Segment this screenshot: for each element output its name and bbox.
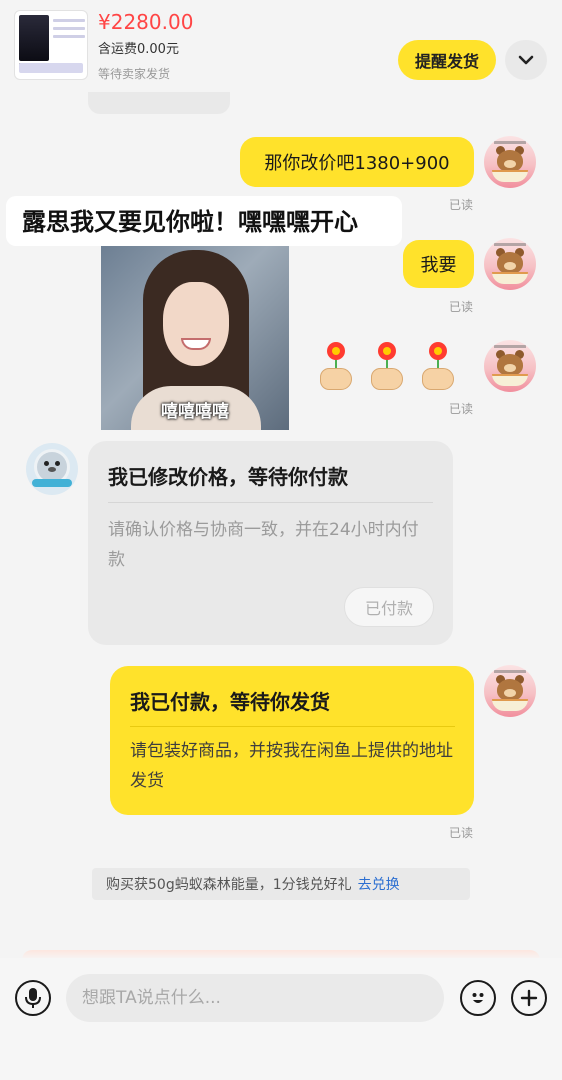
shipping-info: 含运费0.00元 [98, 42, 179, 57]
read-receipt: 已读 [449, 826, 474, 840]
paid-card: 我已付款，等待你发货 请包装好商品，并按我在闲鱼上提供的地址发货 [110, 666, 474, 815]
microphone-icon [25, 988, 41, 1008]
message-text: 那你改价吧1380+900 [264, 153, 450, 174]
flower-emoji-icon [420, 342, 456, 390]
seller-avatar[interactable] [26, 443, 78, 495]
smiley-icon [472, 993, 484, 1003]
my-avatar[interactable] [484, 238, 536, 290]
card-divider [130, 726, 455, 727]
card-title: 我已修改价格，等待你付款 [108, 465, 348, 489]
message-text: 我要 [420, 255, 457, 276]
my-avatar[interactable] [484, 136, 536, 188]
expand-button[interactable] [505, 40, 547, 80]
redeem-link[interactable]: 去兑换 [358, 874, 400, 894]
card-body: 请确认价格与协商一致，并在24小时内付款 [108, 520, 419, 570]
product-thumbnail[interactable] [14, 10, 88, 80]
promo-text: 购买获50g蚂蚁森林能量，1分钱兑好礼 [106, 877, 352, 893]
price-changed-card: 我已修改价格，等待你付款 请确认价格与协商一致，并在24小时内付款 已付款 [88, 441, 453, 645]
message-input[interactable] [66, 974, 444, 1022]
plus-icon [520, 989, 538, 1007]
flower-emoji-icon [369, 342, 405, 390]
card-divider [108, 502, 433, 503]
sticker-caption: 嘻嘻嘻嘻 [161, 402, 229, 422]
paid-button[interactable]: 已付款 [344, 587, 434, 627]
message-bubble[interactable]: 我要 [403, 240, 474, 288]
promo-banner: 购买获50g蚂蚁森林能量，1分钱兑好礼 去兑换 [92, 868, 470, 900]
message-bubble[interactable]: 那你改价吧1380+900 [240, 137, 474, 187]
sticker-message[interactable]: 露思我又要见你啦！嘿嘿嘿开心 嘻嘻嘻嘻 [6, 196, 402, 430]
read-receipt: 已读 [449, 402, 474, 416]
sticker-text: 露思我又要见你啦！嘿嘿嘿开心 [6, 196, 402, 246]
read-receipt: 已读 [449, 300, 474, 314]
previous-message-fragment [88, 92, 230, 114]
more-button[interactable] [511, 980, 547, 1016]
order-header: ¥2280.00 含运费0.00元 等待卖家发货 提醒发货 [0, 0, 562, 92]
order-status: 等待卖家发货 [98, 67, 171, 81]
remind-ship-button[interactable]: 提醒发货 [398, 40, 496, 80]
card-body: 请包装好商品，并按我在闲鱼上提供的地址发货 [130, 741, 453, 791]
voice-button[interactable] [15, 980, 51, 1016]
emoji-button[interactable] [460, 980, 496, 1016]
product-image [19, 15, 49, 61]
my-avatar[interactable] [484, 340, 536, 392]
flower-emoji-icon [318, 342, 354, 390]
input-bar [0, 958, 562, 1080]
card-title: 我已付款，等待你发货 [130, 690, 330, 714]
my-avatar[interactable] [484, 665, 536, 717]
sticker-image: 嘻嘻嘻嘻 [101, 246, 289, 430]
chevron-down-icon [518, 55, 534, 65]
order-price: ¥2280.00 [98, 10, 194, 34]
read-receipt: 已读 [449, 198, 474, 212]
